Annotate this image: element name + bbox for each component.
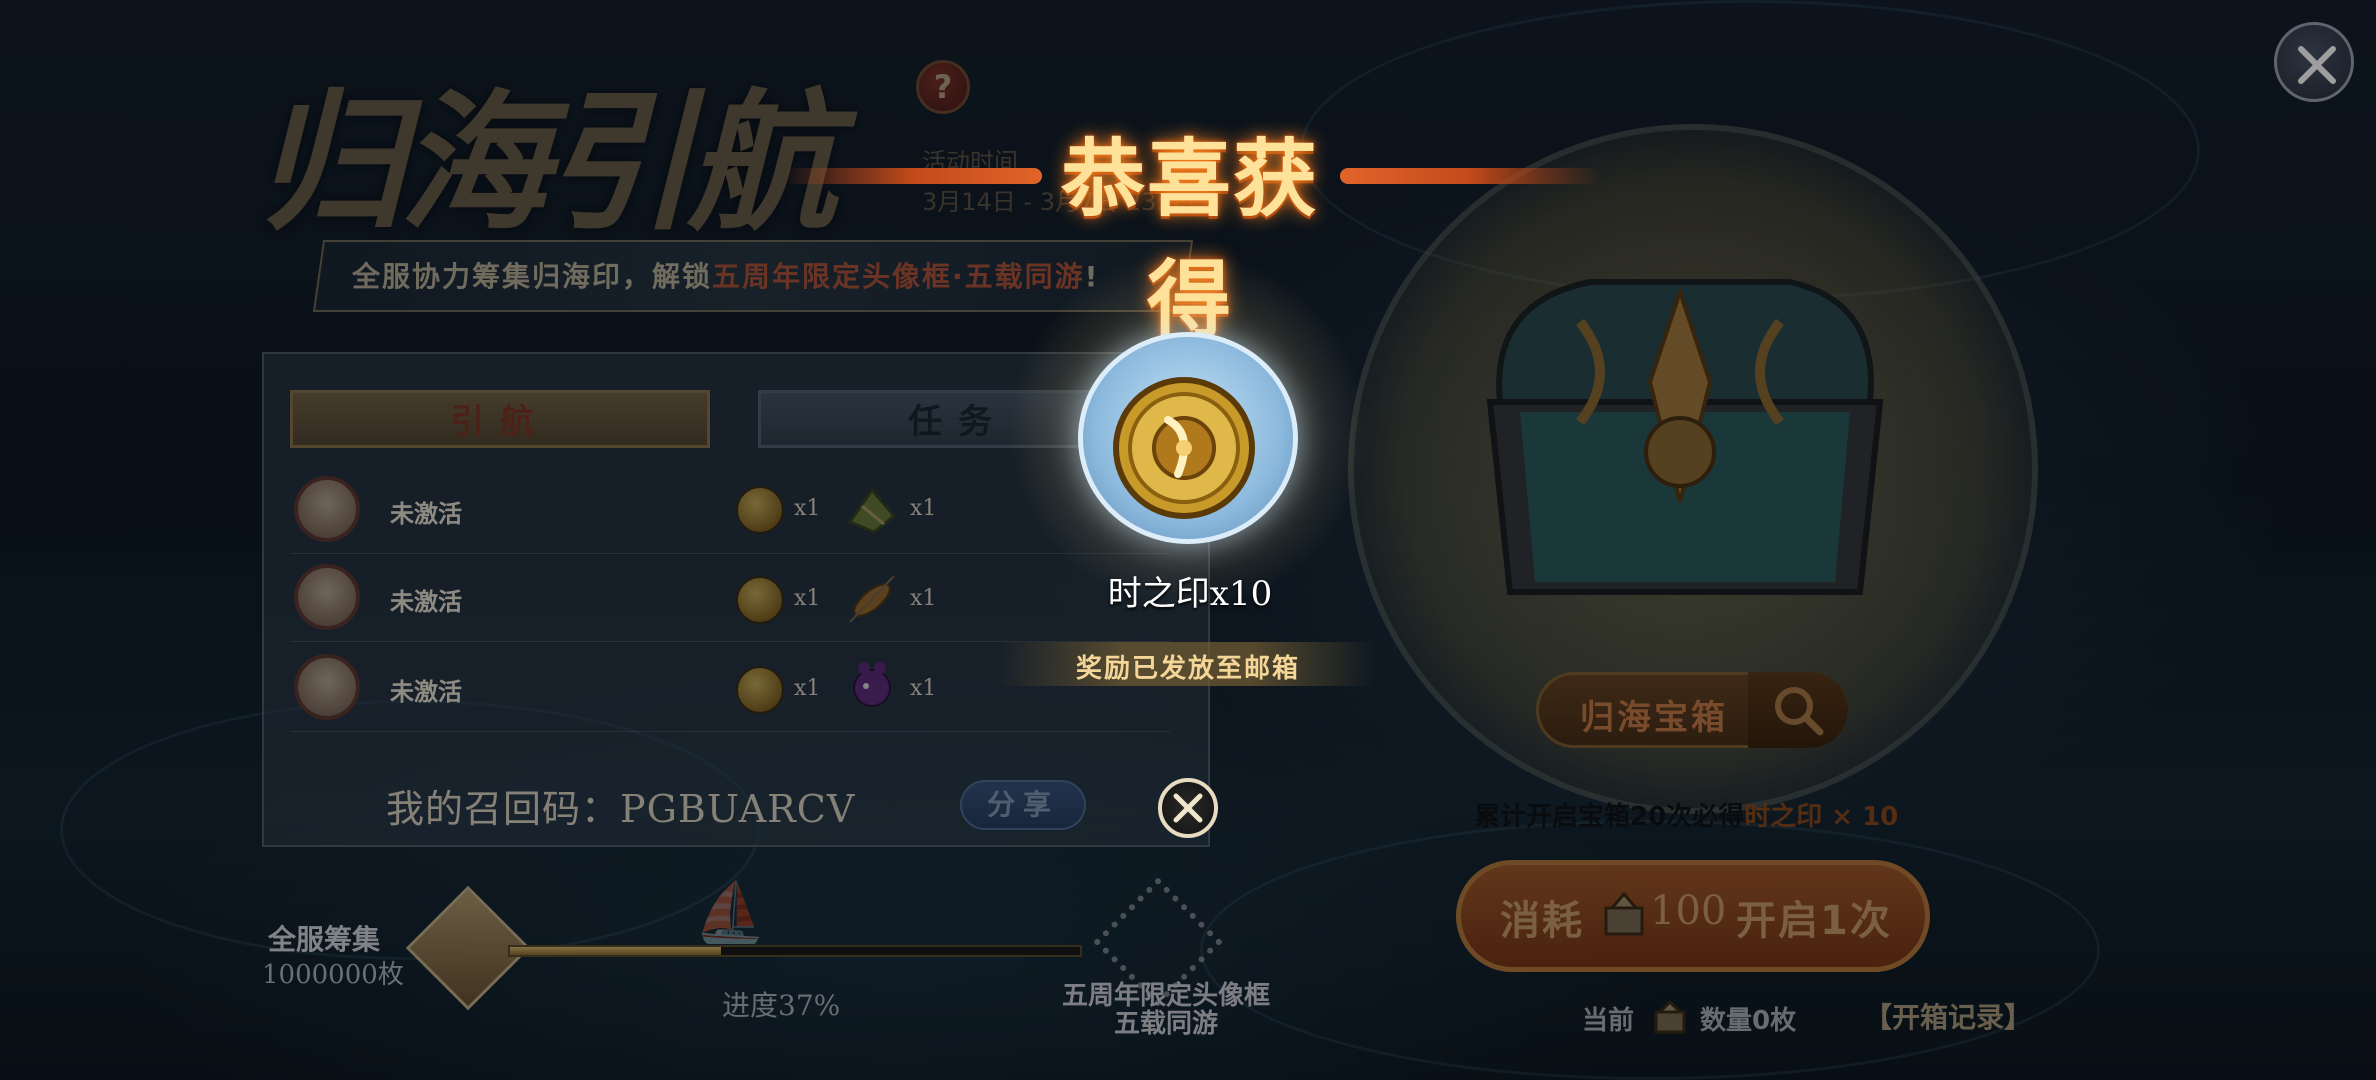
popup-ribbon-right [1340, 168, 1600, 184]
reward-item-name: 时之印x10 [1107, 574, 1273, 614]
time-seal-coin-icon [1113, 377, 1255, 519]
close-icon [1173, 793, 1203, 823]
mail-notice: 奖励已发放至邮箱 [1075, 654, 1300, 684]
popup-close-button[interactable] [1158, 778, 1218, 838]
popup-ribbon-left [782, 168, 1042, 184]
